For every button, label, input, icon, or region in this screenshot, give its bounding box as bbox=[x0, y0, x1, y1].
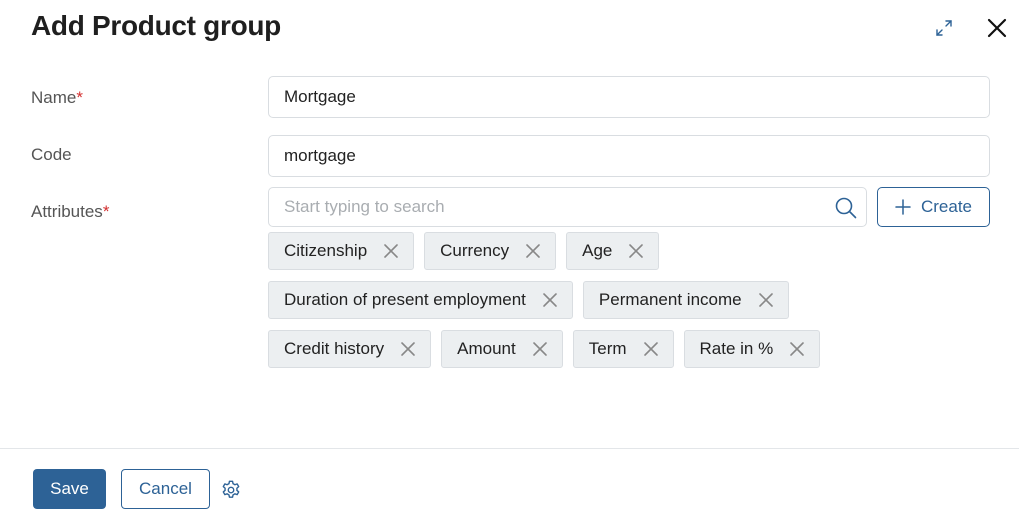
attribute-tag: Citizenship bbox=[268, 232, 415, 270]
close-icon bbox=[987, 18, 1007, 38]
remove-tag-x-icon[interactable] bbox=[789, 341, 805, 357]
add-product-group-dialog: Add Product group Name* Code Attributes* bbox=[0, 0, 1019, 522]
dialog-title: Add Product group bbox=[31, 10, 281, 41]
attribute-tag: Term bbox=[572, 330, 674, 368]
close-button[interactable] bbox=[984, 15, 1010, 41]
attribute-tag-label: Age bbox=[582, 241, 613, 260]
settings-button[interactable] bbox=[220, 479, 242, 501]
attribute-tag-label: Citizenship bbox=[284, 241, 368, 260]
attribute-tag-label: Duration of present employment bbox=[284, 290, 526, 309]
attribute-tag: Duration of present employment bbox=[268, 281, 573, 319]
remove-tag-x-icon[interactable] bbox=[383, 243, 399, 259]
attribute-tag-row: Citizenship Currency Age bbox=[268, 232, 998, 270]
remove-tag-x-icon[interactable] bbox=[532, 341, 548, 357]
remove-tag-x-icon[interactable] bbox=[643, 341, 659, 357]
name-label: Name* bbox=[31, 88, 83, 107]
attributes-search-box bbox=[268, 187, 867, 227]
create-button[interactable]: Create bbox=[877, 187, 990, 227]
code-label: Code bbox=[31, 145, 72, 164]
remove-tag-x-icon[interactable] bbox=[525, 243, 541, 259]
code-input[interactable] bbox=[268, 135, 990, 177]
footer-divider bbox=[0, 448, 1019, 449]
attribute-tag-label: Credit history bbox=[284, 339, 385, 358]
remove-tag-x-icon[interactable] bbox=[542, 292, 558, 308]
remove-tag-x-icon[interactable] bbox=[758, 292, 774, 308]
attribute-tag: Amount bbox=[441, 330, 563, 368]
name-input[interactable] bbox=[268, 76, 990, 118]
search-icon[interactable] bbox=[834, 196, 858, 220]
attribute-tag: Credit history bbox=[268, 330, 432, 368]
attribute-tag-row: Duration of present employment Permanent … bbox=[268, 281, 998, 319]
attribute-tag: Currency bbox=[424, 232, 557, 270]
attribute-tag-label: Rate in % bbox=[699, 339, 774, 358]
save-button[interactable]: Save bbox=[33, 469, 106, 509]
attribute-tag-label: Amount bbox=[457, 339, 516, 358]
remove-tag-x-icon[interactable] bbox=[400, 341, 416, 357]
attribute-tag: Permanent income bbox=[582, 281, 789, 319]
attribute-tag-label: Permanent income bbox=[598, 290, 742, 309]
remove-tag-x-icon[interactable] bbox=[628, 243, 644, 259]
cancel-button[interactable]: Cancel bbox=[121, 469, 210, 509]
expand-icon bbox=[936, 20, 952, 36]
gear-icon bbox=[222, 480, 240, 498]
attribute-tag-label: Term bbox=[588, 339, 627, 358]
create-button-label: Create bbox=[920, 197, 973, 216]
required-mark: * bbox=[102, 202, 110, 221]
attributes-label: Attributes* bbox=[31, 202, 110, 221]
attribute-tag-row: Credit history Amount Term Rate in % bbox=[268, 330, 998, 368]
required-mark: * bbox=[76, 88, 83, 107]
attribute-tags: Citizenship Currency Age Duration of presen… bbox=[268, 232, 998, 379]
attribute-tag: Rate in % bbox=[683, 330, 821, 368]
attribute-tag: Age bbox=[566, 232, 660, 270]
attributes-search-input[interactable] bbox=[269, 188, 829, 226]
plus-icon bbox=[895, 199, 911, 215]
attribute-tag-label: Currency bbox=[440, 241, 510, 260]
expand-button[interactable] bbox=[933, 17, 955, 39]
